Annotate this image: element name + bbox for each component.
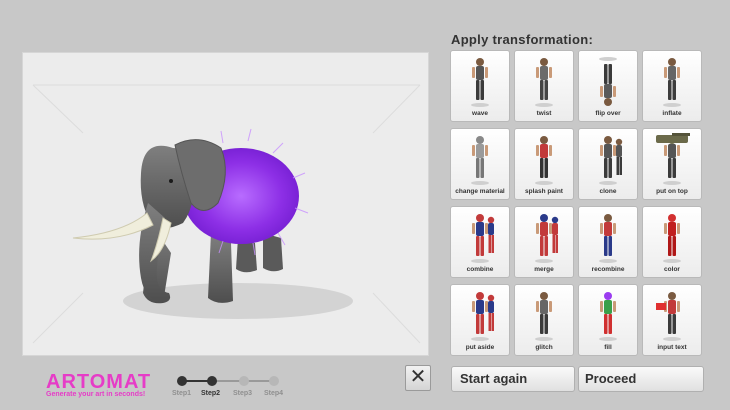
elephant-model-image (32, 84, 421, 344)
transform-label: merge (534, 266, 554, 273)
transform-label: splash paint (525, 188, 563, 195)
transform-label: put aside (465, 344, 495, 351)
transform-tile-input-text[interactable]: input text (642, 284, 702, 356)
step-label-2: Step2 (201, 390, 221, 397)
step-progress: Step1 Step2 Step3 Step4 (172, 371, 287, 401)
transform-tile-inflate[interactable]: inflate (642, 50, 702, 122)
figure-fill-icon (599, 292, 617, 341)
transform-label: put on top (656, 188, 688, 195)
transform-tile-glitch[interactable]: glitch (514, 284, 574, 356)
transform-label: glitch (535, 344, 553, 351)
panel-title: Apply transformation: (451, 32, 594, 47)
step-dot-4 (269, 376, 279, 386)
transform-tile-change-material[interactable]: change material (450, 128, 510, 200)
transform-label: input text (657, 344, 687, 351)
transform-tile-recombine[interactable]: recombine (578, 206, 638, 278)
transform-tile-flip-over[interactable]: flip over (578, 50, 638, 122)
transform-tile-color[interactable]: color (642, 206, 702, 278)
figure-wave-icon (471, 58, 489, 107)
step-label-3: Step3 (233, 390, 253, 397)
close-button[interactable]: ✕ (405, 365, 431, 391)
proceed-button[interactable]: Proceed (578, 366, 704, 392)
transformation-grid: wave twist flip over inflate change material… (450, 50, 706, 356)
transform-tile-clone[interactable]: clone (578, 128, 638, 200)
transform-label: twist (536, 110, 552, 117)
transform-tile-wave[interactable]: wave (450, 50, 510, 122)
transform-label: combine (466, 266, 494, 273)
figure-combine-icon (471, 214, 495, 263)
transform-tile-fill[interactable]: fill (578, 284, 638, 356)
transform-tile-combine[interactable]: combine (450, 206, 510, 278)
figure-inflate-icon (663, 58, 681, 107)
step-dot-2 (207, 376, 217, 386)
transform-tile-splash-paint[interactable]: splash paint (514, 128, 574, 200)
figure-aside-icon (471, 292, 495, 341)
transform-tile-twist[interactable]: twist (514, 50, 574, 122)
transform-label: fill (604, 344, 612, 351)
figure-material-icon (471, 136, 489, 185)
transform-label: flip over (595, 110, 621, 117)
transform-label: inflate (662, 110, 682, 117)
figure-twist-icon (535, 58, 553, 107)
transform-label: recombine (591, 266, 625, 273)
transform-label: color (664, 266, 680, 273)
transform-tile-put-on-top[interactable]: put on top (642, 128, 702, 200)
brand-tagline: Generate your art in seconds! (46, 391, 146, 398)
start-again-button[interactable]: Start again (451, 366, 575, 392)
step-dot-1 (177, 376, 187, 386)
preview-canvas[interactable] (22, 52, 429, 356)
figure-paint-icon (535, 136, 553, 185)
figure-glitch-icon (535, 292, 553, 341)
figure-text-icon (656, 292, 681, 341)
transform-tile-merge[interactable]: merge (514, 206, 574, 278)
step-dot-3 (239, 376, 249, 386)
figure-tank-icon (656, 133, 690, 185)
figure-flip-icon (599, 57, 617, 106)
figure-color-icon (663, 214, 681, 263)
transform-label: change material (455, 188, 505, 195)
transform-label: clone (599, 188, 617, 195)
transform-tile-put-aside[interactable]: put aside (450, 284, 510, 356)
figure-recombine-icon (599, 214, 617, 263)
step-label-4: Step4 (264, 390, 284, 397)
figure-merge-icon (535, 214, 559, 263)
figure-clone-icon (599, 136, 623, 185)
step-label-1: Step1 (172, 390, 192, 397)
transform-label: wave (472, 110, 488, 117)
